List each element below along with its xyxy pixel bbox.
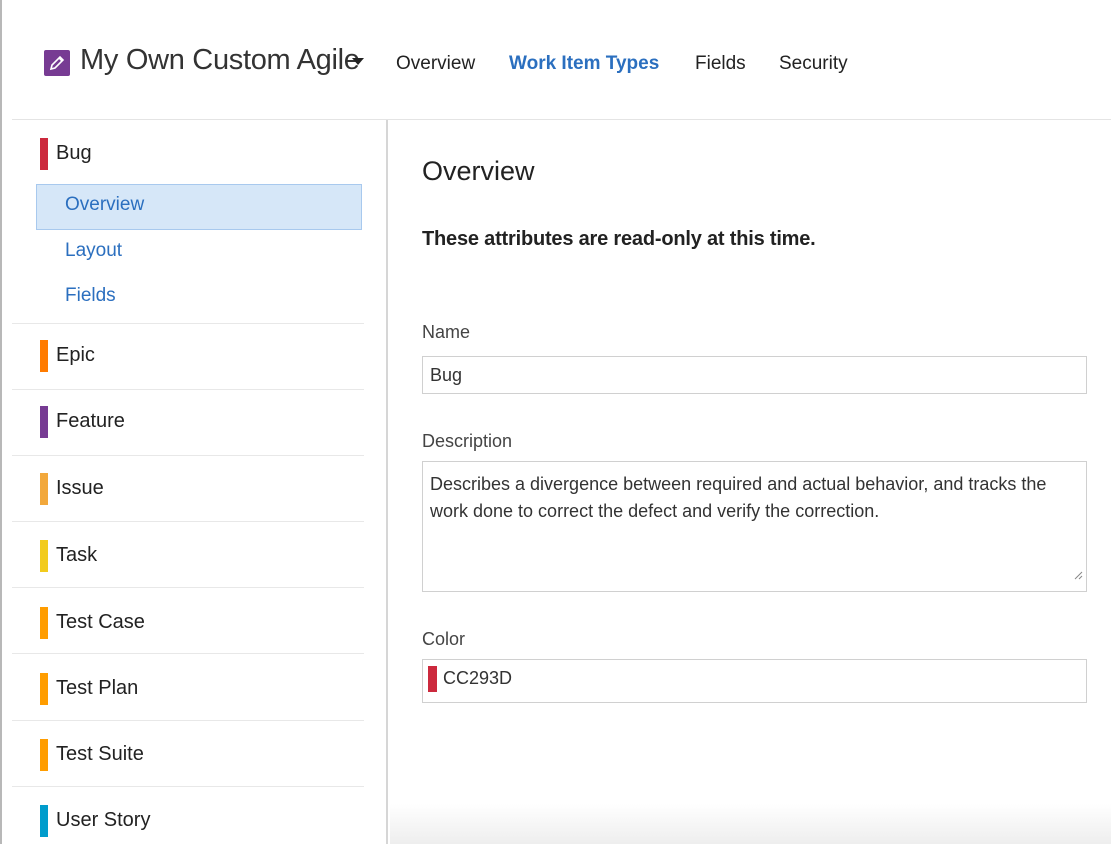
process-name[interactable]: My Own Custom Agile — [80, 44, 360, 77]
sidebar-item-bug: Bug Overview Layout Fields — [12, 120, 364, 324]
sidebar-item-user-story[interactable]: User Story — [12, 787, 364, 844]
description-field[interactable]: Describes a divergence between required … — [422, 461, 1087, 592]
sidebar-item-label[interactable]: Bug — [56, 142, 92, 165]
color-bar — [40, 673, 48, 705]
tab-overview[interactable]: Overview — [396, 53, 475, 75]
sidebar-subitem-layout[interactable]: Layout — [36, 230, 362, 276]
readonly-notice: These attributes are read-only at this t… — [422, 228, 816, 250]
color-swatch — [428, 666, 437, 692]
sidebar-item-feature[interactable]: Feature — [12, 390, 364, 456]
sidebar-item-label: User Story — [56, 809, 151, 831]
header: My Own Custom Agile Overview Work Item T… — [12, 0, 1111, 120]
color-bar — [40, 739, 48, 771]
sidebar-item-epic[interactable]: Epic — [12, 324, 364, 390]
pencil-icon — [44, 50, 70, 76]
color-bar — [40, 473, 48, 505]
sidebar-item-test-case[interactable]: Test Case — [12, 588, 364, 654]
bottom-shade — [390, 804, 1111, 844]
tab-work-item-types[interactable]: Work Item Types — [509, 53, 659, 75]
name-field[interactable]: Bug — [422, 356, 1087, 394]
color-field[interactable]: CC293D — [422, 659, 1087, 703]
color-bar — [40, 138, 48, 170]
color-bar — [40, 540, 48, 572]
sidebar-item-test-suite[interactable]: Test Suite — [12, 721, 364, 787]
app-window: My Own Custom Agile Overview Work Item T… — [0, 0, 1111, 844]
sidebar-item-label: Issue — [56, 477, 104, 499]
work-item-type-list: Bug Overview Layout Fields Epic Feature … — [12, 120, 388, 844]
tab-fields[interactable]: Fields — [695, 53, 746, 75]
color-value: CC293D — [443, 668, 513, 688]
page-title: Overview — [422, 156, 535, 186]
color-bar — [40, 406, 48, 438]
tab-security[interactable]: Security — [779, 53, 848, 75]
color-bar — [40, 607, 48, 639]
color-bar — [40, 340, 48, 372]
color-label: Color — [422, 629, 466, 649]
sidebar-item-label: Test Plan — [56, 677, 139, 699]
resize-grip-icon[interactable] — [1073, 561, 1083, 588]
description-label: Description — [422, 431, 513, 451]
sidebar-subitem-overview[interactable]: Overview — [36, 184, 362, 230]
sidebar-subitem-fields[interactable]: Fields — [36, 275, 362, 321]
name-value: Bug — [430, 365, 463, 385]
sidebar-item-label: Test Case — [56, 611, 145, 633]
sidebar-item-issue[interactable]: Issue — [12, 456, 364, 522]
sidebar-item-task[interactable]: Task — [12, 522, 364, 588]
sidebar-item-test-plan[interactable]: Test Plan — [12, 655, 364, 721]
caret-down-icon[interactable] — [352, 58, 364, 65]
sidebar-item-label: Test Suite — [56, 743, 144, 765]
name-label: Name — [422, 322, 471, 342]
color-bar — [40, 805, 48, 837]
sidebar-item-label: Epic — [56, 344, 95, 366]
sidebar-item-label: Task — [56, 544, 98, 566]
sidebar-item-label: Feature — [56, 410, 125, 432]
description-value: Describes a divergence between required … — [430, 474, 1047, 521]
main-panel: Overview These attributes are read-only … — [390, 120, 1111, 844]
